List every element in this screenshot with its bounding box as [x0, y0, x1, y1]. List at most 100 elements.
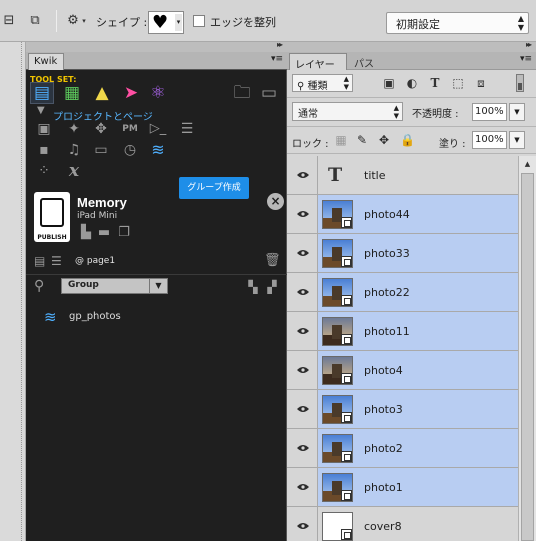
chevron-down-icon[interactable]: ▾: [175, 14, 182, 31]
layer-thumbnail: [322, 473, 353, 502]
search-icon[interactable]: ⚲: [34, 278, 44, 294]
blend-mode-select[interactable]: 通常 ▲ ▼: [292, 102, 403, 121]
add-page-icon[interactable]: ▪: [33, 140, 55, 160]
lock-position-icon[interactable]: ✥: [377, 133, 391, 147]
scrollbar-thumb[interactable]: [521, 173, 534, 541]
lock-all-icon[interactable]: 🔒: [400, 133, 415, 147]
preset-select[interactable]: 初期設定 ▲ ▼: [386, 12, 529, 34]
pixel-filter-icon[interactable]: ▣: [381, 75, 397, 91]
shape-picker[interactable]: ♥ ▾: [148, 11, 184, 34]
variable-x-icon[interactable]: x: [63, 161, 85, 181]
layer-row[interactable]: photo33: [287, 234, 518, 273]
layers-stack-icon[interactable]: ≋: [147, 140, 169, 160]
new-group-icon[interactable]: ▚: [245, 279, 261, 295]
music-icon[interactable]: ♫: [63, 140, 85, 160]
list-icon[interactable]: ☰: [51, 254, 62, 268]
layer-row[interactable]: photo3: [287, 390, 518, 429]
lock-brush-icon[interactable]: ✎: [355, 133, 369, 147]
layer-row[interactable]: photo1: [287, 468, 518, 507]
project-title: Memory: [77, 195, 127, 210]
move-icon[interactable]: ✥: [90, 119, 112, 139]
layer-row[interactable]: photo2: [287, 429, 518, 468]
wand-icon[interactable]: ✦: [63, 119, 85, 139]
pm-icon[interactable]: PM: [119, 119, 141, 139]
opacity-input[interactable]: 100%: [472, 103, 507, 121]
layer-thumbnail: [322, 317, 353, 346]
visibility-eye-icon[interactable]: [287, 234, 318, 272]
tab-paths[interactable]: パス: [349, 53, 383, 70]
visibility-eye-icon[interactable]: [287, 390, 318, 428]
layer-row[interactable]: photo4: [287, 351, 518, 390]
visibility-eye-icon[interactable]: [287, 429, 318, 467]
align-edges-checkbox[interactable]: [193, 15, 205, 27]
collapse-arrows-icon[interactable]: ▸▸: [526, 40, 532, 49]
image-icon[interactable]: ▣: [33, 119, 55, 139]
group-filter-select[interactable]: Group ▼: [61, 278, 168, 294]
lock-transparent-icon[interactable]: ▦: [334, 133, 348, 147]
visibility-eye-icon[interactable]: [287, 312, 318, 350]
layer-row[interactable]: cover8: [287, 507, 518, 541]
collapse-arrows-icon[interactable]: ▸▸: [277, 40, 283, 49]
database-icon[interactable]: ☰: [176, 119, 198, 139]
path-arrangement-icon[interactable]: ⧉: [26, 12, 44, 30]
layers-grid-icon[interactable]: ▦: [61, 83, 83, 103]
trash-icon[interactable]: 🗑: [264, 253, 281, 268]
layer-filter-select[interactable]: ⚲ 種類 ▲ ▼: [292, 74, 353, 92]
edit-group-icon[interactable]: ▞: [264, 279, 280, 295]
fill-input[interactable]: 100%: [472, 131, 507, 149]
print-icon[interactable]: ▬: [97, 225, 111, 241]
close-icon[interactable]: ×: [267, 193, 284, 210]
visibility-eye-icon[interactable]: [287, 468, 318, 506]
panel-menu-icon[interactable]: ▾≡: [271, 54, 283, 64]
shape-filter-icon[interactable]: ⬚: [450, 75, 466, 91]
atom-icon[interactable]: ⚛: [147, 83, 169, 103]
layer-row[interactable]: photo11: [287, 312, 518, 351]
video-icon[interactable]: ▭: [90, 140, 112, 160]
dropdown-triangle-icon[interactable]: ▼: [37, 105, 45, 116]
text-filter-icon[interactable]: T: [427, 75, 443, 91]
smart-object-badge-icon: [341, 451, 352, 462]
layer-row[interactable]: photo22: [287, 273, 518, 312]
terminal-icon[interactable]: ▷_: [147, 119, 169, 139]
layer-list-scrollbar[interactable]: ▲: [518, 156, 536, 541]
tab-layers[interactable]: レイヤー: [289, 53, 347, 71]
pointer-arrow-icon[interactable]: ➤: [120, 83, 142, 103]
path-operations-icon[interactable]: ⊟: [0, 12, 18, 30]
layer-thumbnail: [322, 356, 353, 385]
layer-name: photo11: [364, 325, 410, 338]
visibility-eye-icon[interactable]: [287, 507, 318, 541]
layers-panel: ▸▸ レイヤー パス ▾≡ ⚲ 種類 ▲ ▼ ▣ ◐ T ⬚ ⧈ 通常 ▲ ▼ 不透…: [287, 40, 536, 541]
visibility-eye-icon[interactable]: [287, 156, 318, 194]
settings-folder-icon[interactable]: 🗀: [231, 83, 253, 103]
layer-row[interactable]: photo44: [287, 195, 518, 234]
rocket-icon[interactable]: ▲: [91, 83, 113, 103]
tab-kwik[interactable]: Kwik: [28, 53, 64, 70]
panel-menu-icon[interactable]: ▾≡: [520, 54, 532, 64]
chevron-down-icon[interactable]: ▼: [509, 131, 525, 149]
publish-icon[interactable]: ▙: [79, 225, 93, 241]
timer-icon[interactable]: ◷: [119, 140, 141, 160]
smart-object-badge-icon: [341, 490, 352, 501]
chevron-down-icon[interactable]: ▼: [509, 103, 525, 121]
scroll-up-icon[interactable]: ▲: [519, 156, 536, 172]
panel-collapse-bar[interactable]: ▸▸: [287, 40, 536, 52]
visibility-eye-icon[interactable]: [287, 351, 318, 389]
page-icon[interactable]: ▤: [34, 254, 45, 268]
filter-toggle[interactable]: [516, 74, 524, 92]
smart-object-badge-icon: [341, 412, 352, 423]
smart-object-badge-icon: [341, 373, 352, 384]
copy-icon[interactable]: ❐: [117, 225, 131, 241]
smart-object-filter-icon[interactable]: ⧈: [473, 75, 489, 91]
project-pages-icon[interactable]: ▤: [30, 82, 54, 104]
chevron-down-icon[interactable]: ▾: [80, 12, 88, 30]
visibility-eye-icon[interactable]: [287, 273, 318, 311]
loading-icon[interactable]: ⁘: [33, 161, 55, 181]
panel-collapse-bar[interactable]: ▸▸: [26, 40, 287, 52]
layer-row[interactable]: Ttitle: [287, 156, 518, 195]
ipad-device-icon[interactable]: PUBLISH: [34, 192, 70, 242]
layer-name: title: [364, 169, 386, 182]
layer-thumbnail: [322, 395, 353, 424]
folder-icon[interactable]: ▭: [258, 83, 280, 103]
adjustment-filter-icon[interactable]: ◐: [404, 75, 420, 91]
visibility-eye-icon[interactable]: [287, 195, 318, 233]
